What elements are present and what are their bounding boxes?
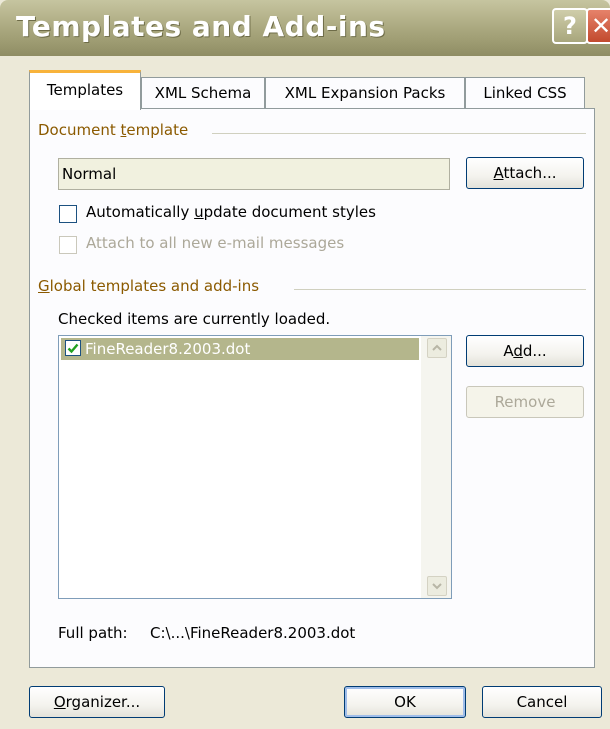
attach-all-email-checkbox[interactable] bbox=[59, 236, 77, 254]
add-button[interactable]: Add... bbox=[466, 335, 584, 367]
listbox-scrollbar[interactable] bbox=[421, 336, 451, 598]
ok-button[interactable]: OK bbox=[344, 686, 466, 718]
cancel-button[interactable]: Cancel bbox=[482, 686, 602, 718]
scroll-up-button[interactable] bbox=[427, 338, 447, 358]
loaded-items-note: Checked items are currently loaded. bbox=[58, 310, 331, 328]
document-template-input[interactable]: Normal bbox=[58, 158, 450, 190]
list-item-label: FineReader8.2003.dot bbox=[85, 340, 251, 358]
chevron-down-icon bbox=[432, 583, 442, 590]
templates-addins-dialog: Templates and Add-ins ? ✕ Templates XML … bbox=[0, 0, 610, 729]
global-templates-listbox[interactable]: FineReader8.2003.dot bbox=[58, 335, 452, 599]
auto-update-label[interactable]: Automatically update document styles bbox=[86, 203, 376, 221]
list-item[interactable]: FineReader8.2003.dot bbox=[61, 338, 419, 360]
full-path-label: Full path: bbox=[58, 624, 128, 642]
remove-button[interactable]: Remove bbox=[466, 386, 584, 418]
attach-all-email-label: Attach to all new e-mail messages bbox=[86, 234, 345, 252]
item-checkbox[interactable] bbox=[65, 340, 81, 356]
group-divider bbox=[212, 133, 586, 134]
checkmark-icon bbox=[67, 343, 79, 354]
full-path-value: C:\...\FineReader8.2003.dot bbox=[150, 624, 356, 642]
scroll-down-button[interactable] bbox=[427, 576, 447, 596]
chevron-up-icon bbox=[432, 344, 442, 351]
auto-update-checkbox[interactable] bbox=[59, 205, 77, 223]
global-templates-group-label: Global templates and add-ins bbox=[38, 277, 260, 295]
organizer-button[interactable]: Organizer... bbox=[29, 686, 165, 718]
attach-button[interactable]: Attach... bbox=[466, 157, 584, 189]
group-divider bbox=[294, 289, 586, 290]
document-template-group-label: Document template bbox=[38, 121, 189, 139]
